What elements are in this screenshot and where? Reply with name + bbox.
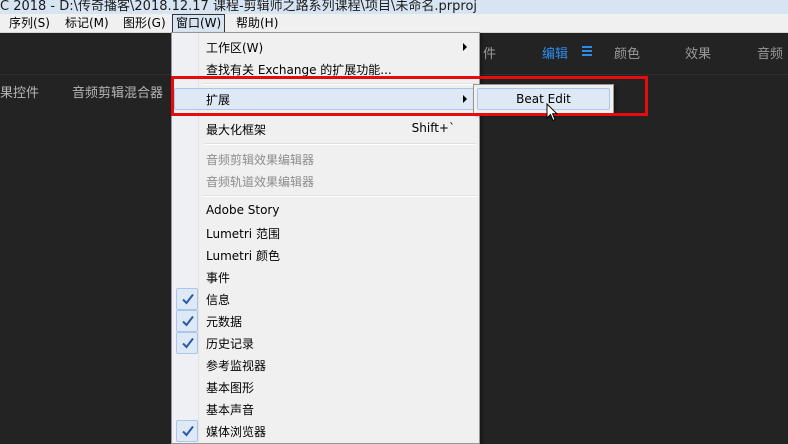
checkmark-icon — [176, 420, 198, 442]
submenu-arrow-icon — [463, 43, 467, 51]
menu-item-info[interactable]: 信息 — [174, 288, 477, 310]
menu-separator — [204, 195, 476, 197]
menu-item-events[interactable]: 事件 — [174, 266, 477, 288]
menu-item-essential-sound[interactable]: 基本声音 — [174, 398, 477, 420]
menu-item-label: Lumetri 范围 — [206, 227, 280, 241]
menu-item-audio-clip-effect-editor: 音频剪辑效果编辑器 — [174, 148, 477, 170]
menu-item-label: 元数据 — [206, 315, 243, 329]
menu-item-label: 扩展 — [206, 93, 231, 107]
menu-item-label: Lumetri 颜色 — [206, 249, 280, 263]
menu-sequence[interactable]: 序列(S) — [6, 14, 53, 33]
workspace-tab-assembly[interactable]: 件 — [483, 43, 496, 62]
workspace-tab-effects[interactable]: 效果 — [685, 43, 711, 62]
menu-separator — [204, 83, 476, 85]
menu-help[interactable]: 帮助(H) — [233, 14, 281, 33]
menu-item-label: 参考监视器 — [206, 359, 267, 373]
menu-item-label: 工作区(W) — [206, 41, 264, 55]
menu-item-reference-monitor[interactable]: 参考监视器 — [174, 354, 477, 376]
menu-separator — [204, 113, 476, 115]
menu-graphics[interactable]: 图形(G) — [120, 14, 169, 33]
menu-item-label: 最大化框架 — [206, 123, 267, 137]
menu-item-history[interactable]: 历史记录 — [174, 332, 477, 354]
workspace-tab-color[interactable]: 颜色 — [614, 43, 640, 62]
workspace-tab-audio[interactable]: 音频 — [757, 43, 783, 62]
submenu-item-label: Beat Edit — [516, 92, 571, 106]
extensions-submenu: Beat Edit — [473, 84, 614, 114]
menu-item-label: 基本图形 — [206, 381, 255, 395]
menu-item-label: 查找有关 Exchange 的扩展功能... — [206, 63, 392, 77]
menu-item-shortcut: Shift+` — [411, 121, 455, 135]
workspace-tab-editing[interactable]: 编辑 — [542, 43, 568, 62]
window-title-bar: C 2018 - D:\传奇播客\2018.12.17 课程-剪辑师之路系列课程… — [0, 0, 788, 14]
menu-item-workspace[interactable]: 工作区(W) — [174, 36, 477, 58]
panel-tab-audio-clip-mixer[interactable]: 音频剪辑混合器 — [72, 82, 163, 101]
menu-bar: 序列(S) 标记(M) 图形(G) 窗口(W) 帮助(H) — [0, 14, 788, 33]
menu-item-extensions[interactable]: 扩展 — [174, 88, 477, 110]
menu-item-label: 信息 — [206, 293, 231, 307]
window-menu: 工作区(W) 查找有关 Exchange 的扩展功能... 扩展 最大化框架 S… — [171, 32, 480, 444]
submenu-arrow-icon — [463, 95, 467, 103]
checkmark-icon — [176, 310, 198, 332]
menu-item-label: Adobe Story — [206, 203, 280, 217]
checkmark-icon — [176, 288, 198, 310]
menu-separator — [204, 143, 476, 145]
window-title: C 2018 - D:\传奇播客\2018.12.17 课程-剪辑师之路系列课程… — [0, 0, 478, 14]
menu-item-audio-track-effect-editor: 音频轨道效果编辑器 — [174, 170, 477, 192]
menu-item-lumetri-color[interactable]: Lumetri 颜色 — [174, 244, 477, 266]
workspace-menu-icon[interactable] — [582, 46, 592, 56]
menu-item-label: 音频剪辑效果编辑器 — [206, 153, 315, 167]
panel-tab-effect-controls[interactable]: 果控件 — [0, 82, 39, 101]
menu-item-media-browser[interactable]: 媒体浏览器 — [174, 420, 477, 442]
menu-item-lumetri-scopes[interactable]: Lumetri 范围 — [174, 222, 477, 244]
menu-item-label: 音频轨道效果编辑器 — [206, 175, 315, 189]
menu-marker[interactable]: 标记(M) — [62, 14, 112, 33]
menu-item-label: 事件 — [206, 271, 231, 285]
mouse-pointer-icon — [546, 103, 558, 122]
checkmark-icon — [176, 332, 198, 354]
menu-window[interactable]: 窗口(W) — [172, 14, 226, 33]
menu-item-essential-graphics[interactable]: 基本图形 — [174, 376, 477, 398]
menu-item-label: 媒体浏览器 — [206, 425, 267, 439]
menu-item-metadata[interactable]: 元数据 — [174, 310, 477, 332]
submenu-item-beat-edit[interactable]: Beat Edit — [477, 88, 610, 110]
menu-item-label: 历史记录 — [206, 337, 255, 351]
menu-item-exchange[interactable]: 查找有关 Exchange 的扩展功能... — [174, 58, 477, 80]
menu-item-adobe-story[interactable]: Adobe Story — [174, 200, 477, 222]
menu-item-label: 基本声音 — [206, 403, 255, 417]
menu-item-maximize-frame[interactable]: 最大化框架 Shift+` — [174, 118, 477, 140]
